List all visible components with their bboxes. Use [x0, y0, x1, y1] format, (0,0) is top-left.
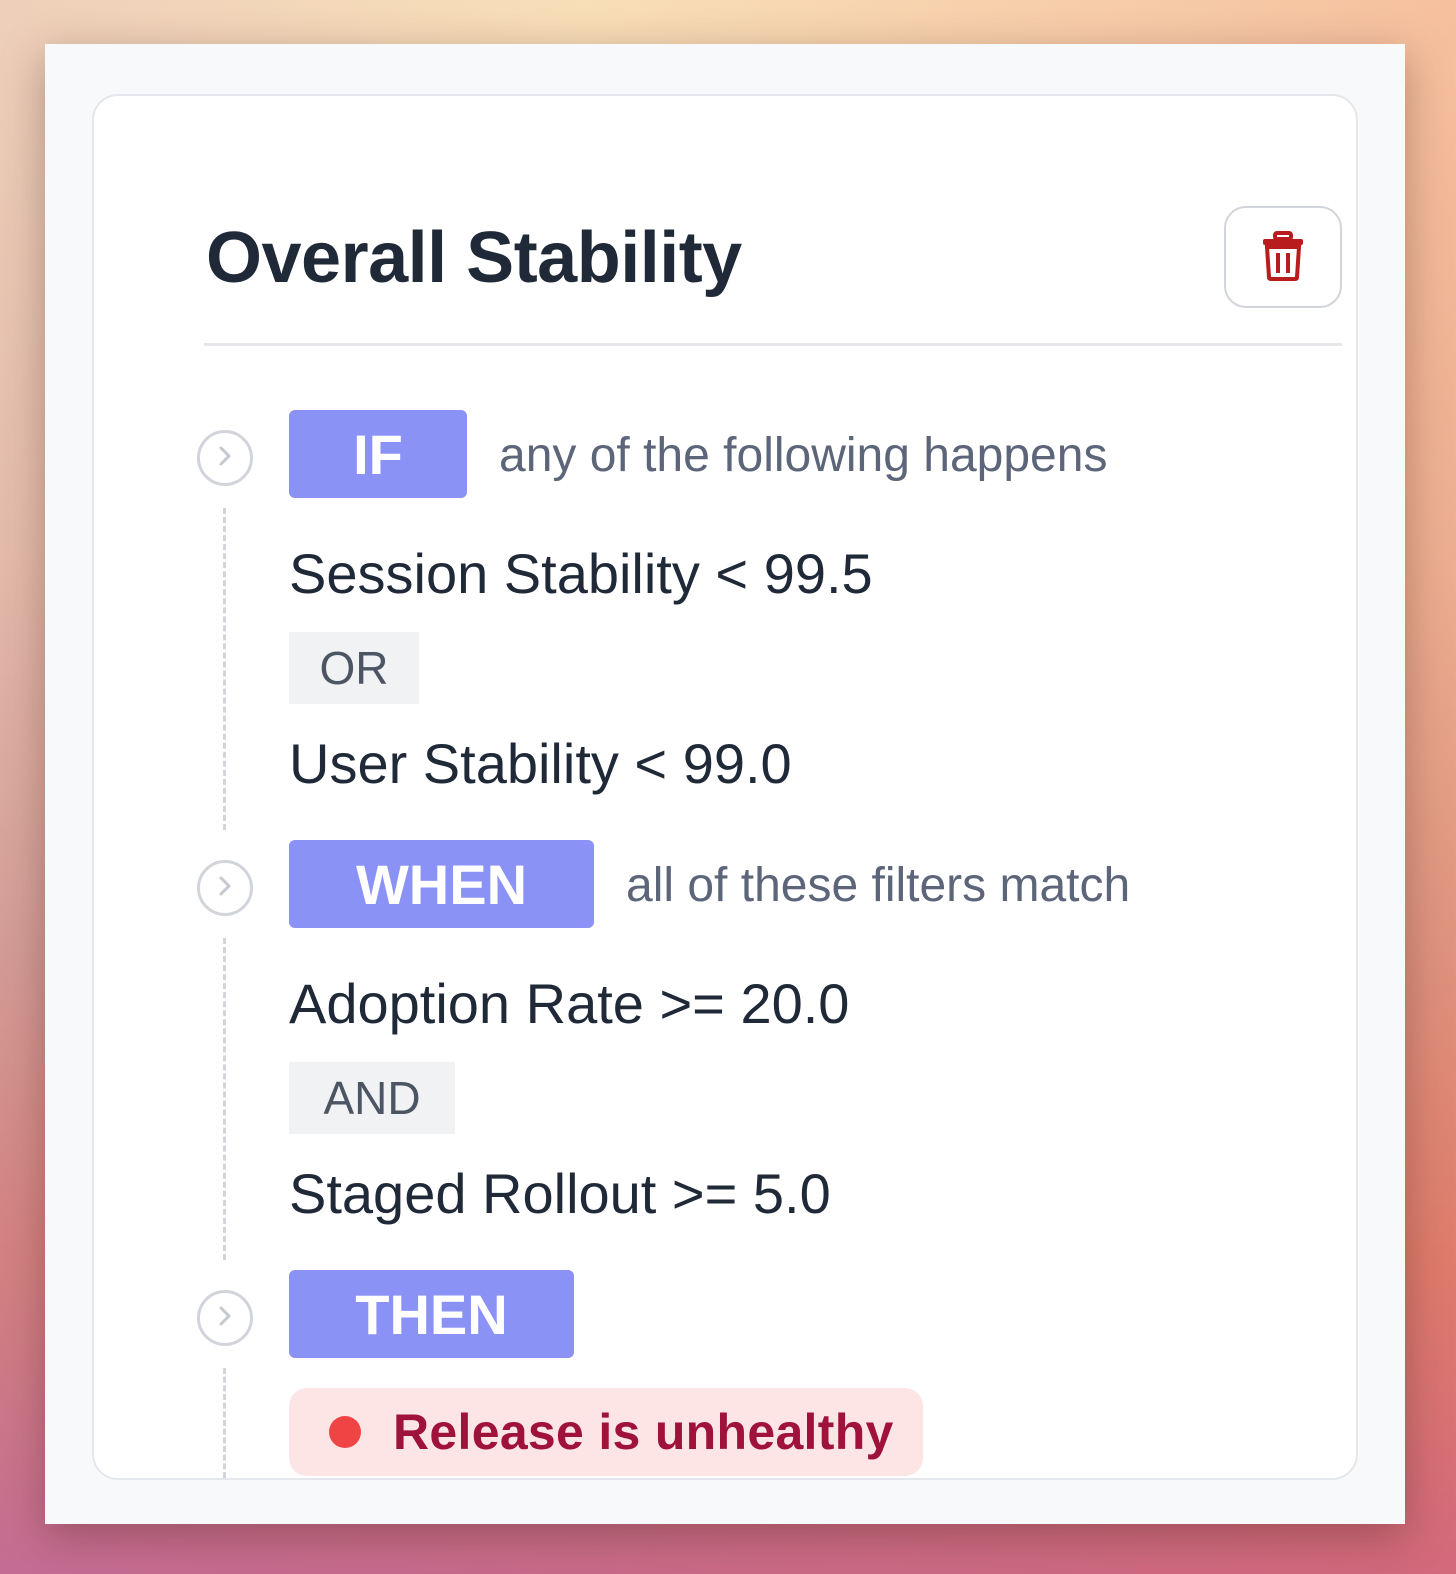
chevron-right-icon — [215, 874, 235, 903]
when-connector — [223, 938, 226, 1260]
if-tag: IF — [289, 410, 467, 498]
condition-session-stability: Session Stability < 99.5 — [289, 542, 873, 605]
condition-staged-rollout: Staged Rollout >= 5.0 — [289, 1162, 831, 1225]
condition-adoption-rate: Adoption Rate >= 20.0 — [289, 972, 850, 1035]
header-divider — [204, 343, 1342, 346]
when-step-toggle[interactable] — [197, 860, 253, 916]
condition-user-stability: User Stability < 99.0 — [289, 732, 792, 795]
chevron-right-icon — [215, 444, 235, 473]
rule-card: Overall Stability IF any of the followin… — [92, 94, 1358, 1480]
delete-button[interactable] — [1224, 206, 1342, 308]
or-joiner: OR — [289, 632, 419, 704]
then-step-toggle[interactable] — [197, 1290, 253, 1346]
then-connector — [223, 1368, 226, 1478]
when-tag: WHEN — [289, 840, 594, 928]
then-tag: THEN — [289, 1270, 574, 1358]
trash-icon — [1261, 230, 1305, 284]
status-dot-icon — [329, 1416, 361, 1448]
when-hint: all of these filters match — [626, 859, 1131, 912]
if-hint: any of the following happens — [499, 429, 1108, 482]
card-title: Overall Stability — [206, 218, 742, 298]
and-joiner: AND — [289, 1062, 455, 1134]
chevron-right-icon — [215, 1304, 235, 1333]
if-step-toggle[interactable] — [197, 430, 253, 486]
outcome-badge: Release is unhealthy — [289, 1388, 923, 1476]
outcome-text: Release is unhealthy — [393, 1404, 894, 1460]
if-connector — [223, 508, 226, 830]
window: Overall Stability IF any of the followin… — [45, 44, 1405, 1524]
